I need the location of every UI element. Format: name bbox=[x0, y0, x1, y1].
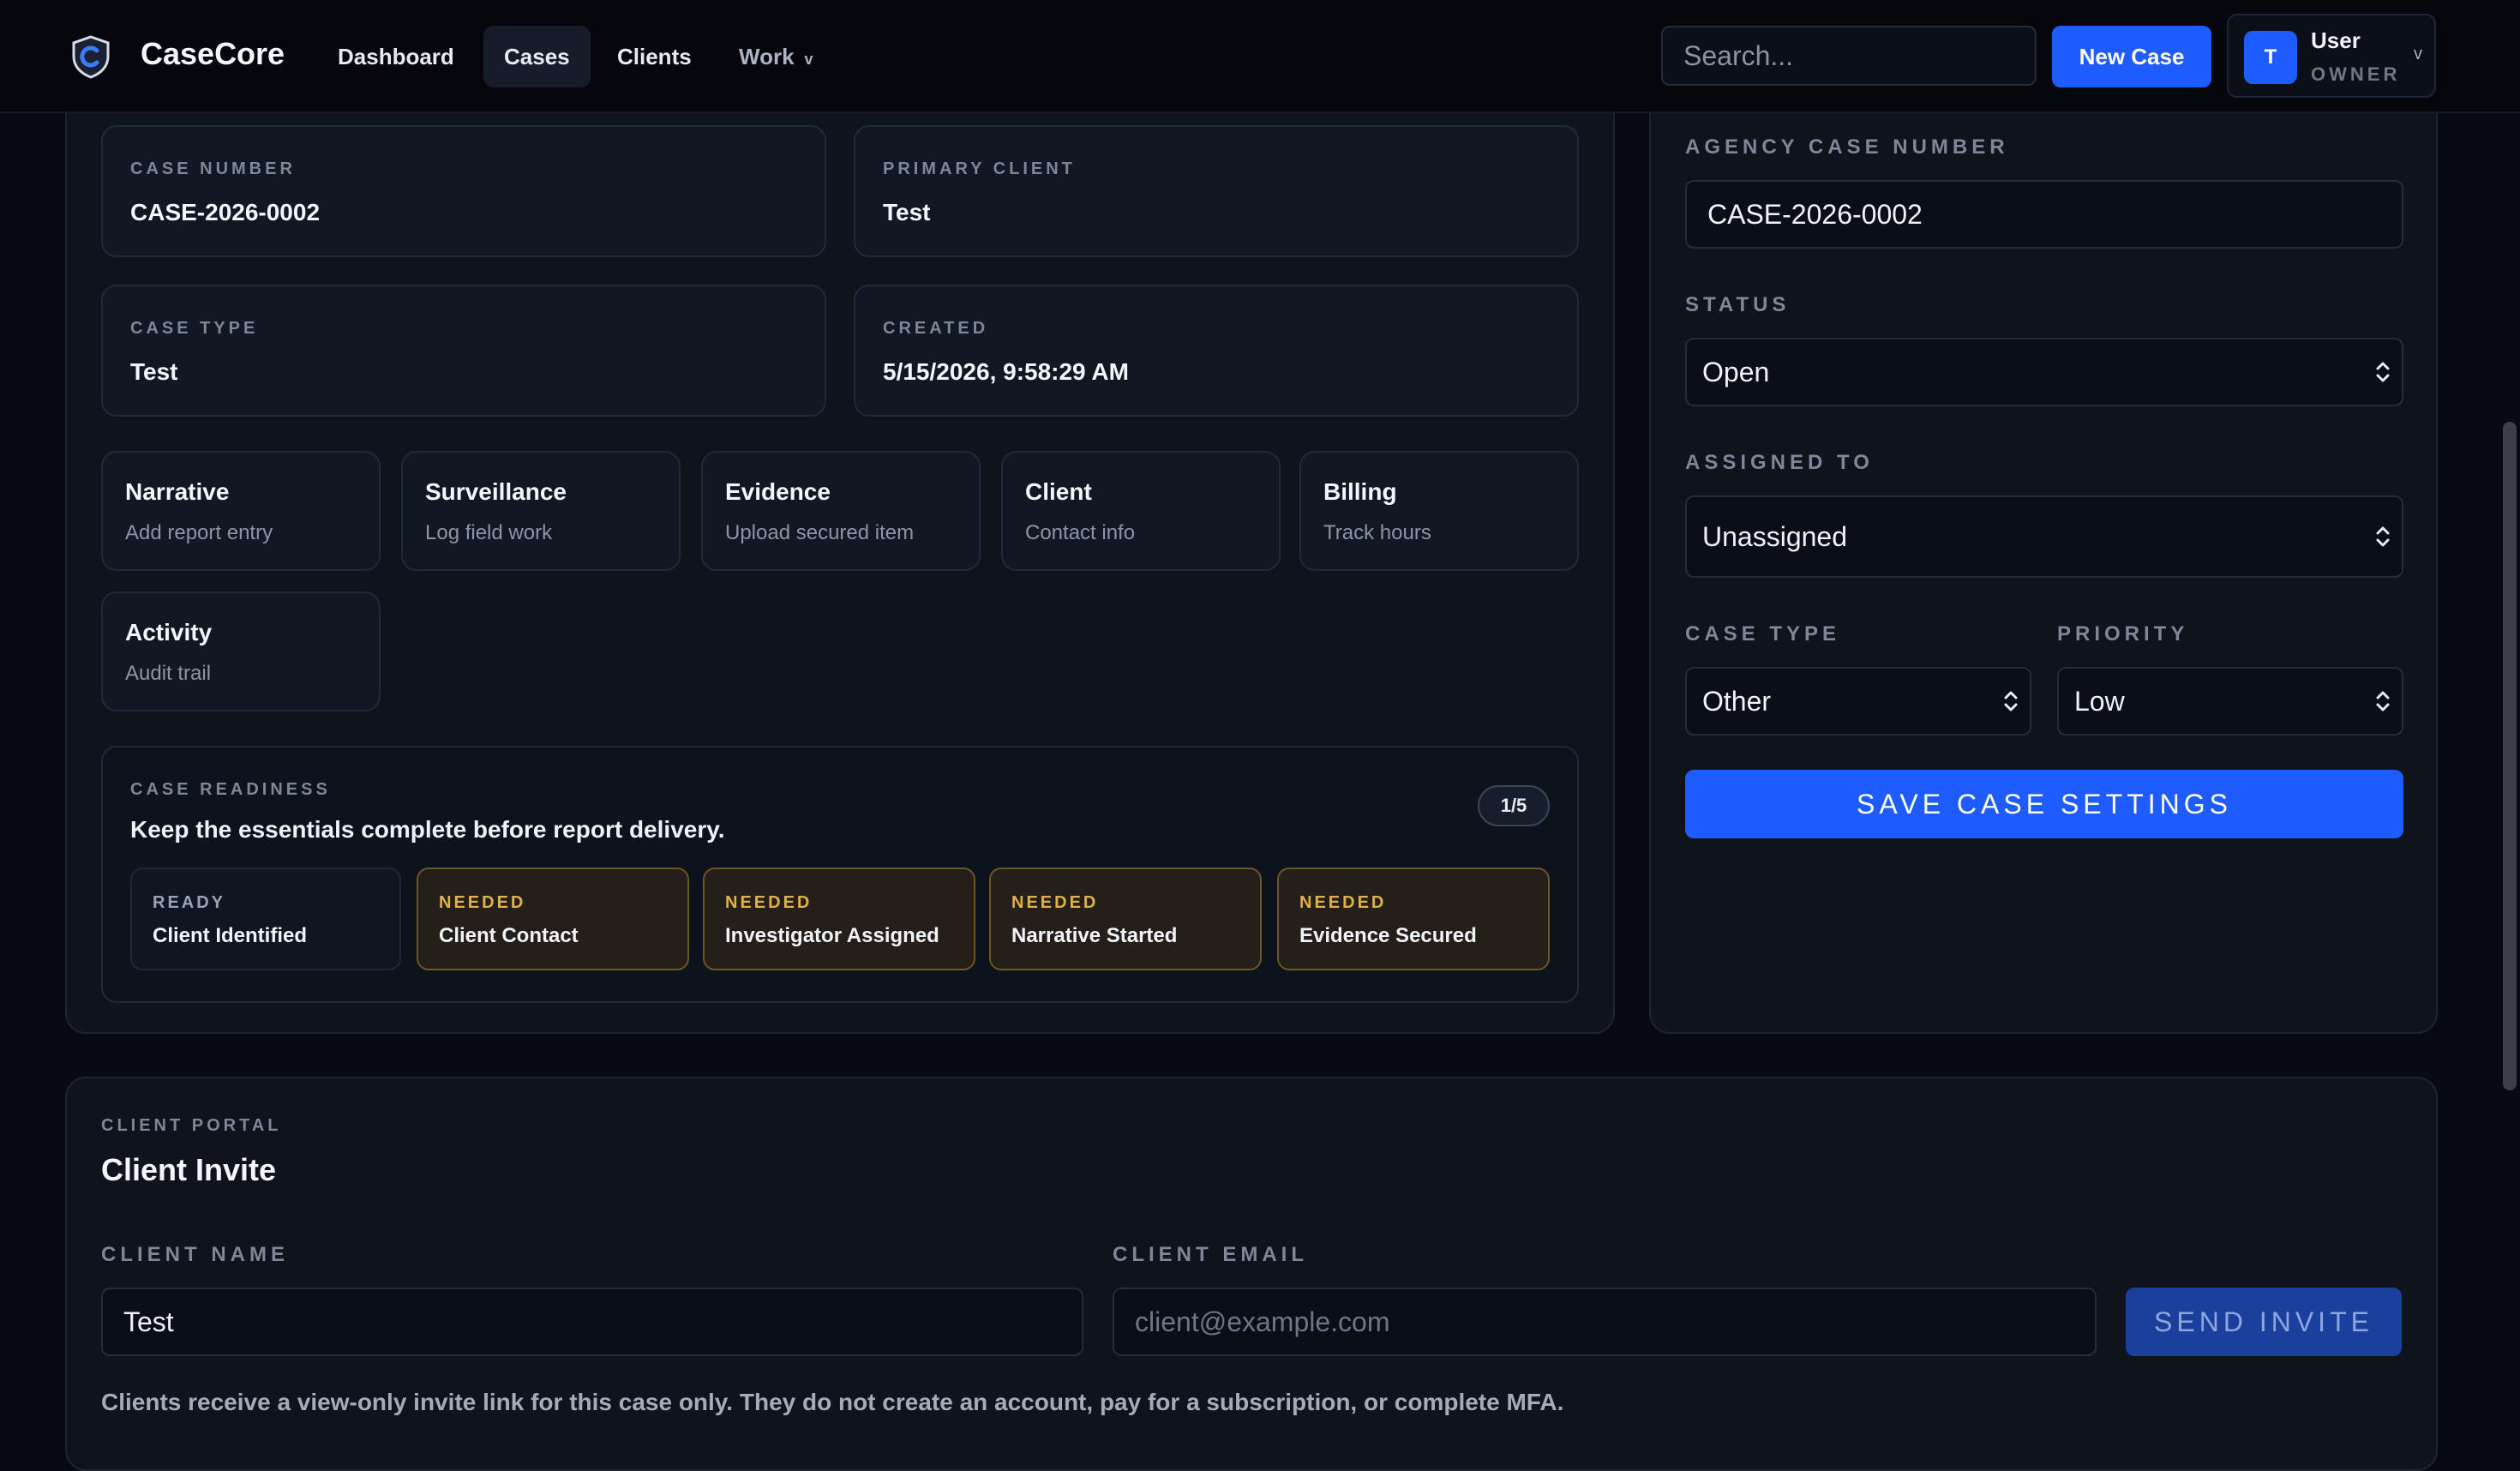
case-number-label: CASE NUMBER bbox=[130, 159, 296, 178]
readiness-label: Client Contact bbox=[439, 924, 579, 947]
readiness-item-client-identified: READY Client Identified bbox=[130, 868, 401, 970]
select-updown-icon bbox=[2376, 362, 2390, 382]
client-portal-panel: CLIENT PORTAL Client Invite CLIENT NAME … bbox=[65, 1077, 2438, 1471]
quick-action-subtitle: Track hours bbox=[1323, 521, 1431, 544]
shield-logo-icon[interactable] bbox=[69, 34, 113, 79]
client-invite-title: Client Invite bbox=[101, 1152, 277, 1187]
nav-clients[interactable]: Clients bbox=[597, 26, 712, 87]
priority-label: PRIORITY bbox=[2057, 622, 2189, 645]
quick-action-surveillance[interactable]: Surveillance Log field work bbox=[401, 451, 681, 571]
quick-action-subtitle: Add report entry bbox=[125, 521, 273, 544]
client-name-value: Test bbox=[123, 1306, 174, 1337]
status-label: STATUS bbox=[1685, 293, 1791, 316]
avatar: T bbox=[2244, 31, 2297, 84]
priority-select[interactable]: Low bbox=[2057, 667, 2403, 736]
send-invite-button[interactable]: SEND INVITE bbox=[2126, 1288, 2402, 1356]
readiness-eyebrow: CASE READINESS bbox=[130, 780, 331, 799]
primary-client-label: PRIMARY CLIENT bbox=[883, 159, 1076, 178]
save-case-settings-button[interactable]: SAVE CASE SETTINGS bbox=[1685, 770, 2403, 838]
client-name-field[interactable]: Test bbox=[101, 1288, 1083, 1356]
user-role: OWNER bbox=[2311, 63, 2401, 85]
created-value: 5/15/2026, 9:58:29 AM bbox=[883, 358, 1129, 385]
client-email-field[interactable] bbox=[1113, 1288, 2097, 1356]
nav-work-dropdown[interactable]: Work v bbox=[718, 26, 834, 87]
readiness-count-badge: 1/5 bbox=[1478, 785, 1550, 826]
user-menu[interactable]: T User OWNER v bbox=[2227, 14, 2436, 98]
quick-action-subtitle: Contact info bbox=[1025, 521, 1136, 544]
quick-action-title: Surveillance bbox=[425, 478, 567, 505]
client-email-input[interactable] bbox=[1135, 1306, 2095, 1338]
nav-work-label: Work bbox=[739, 44, 795, 69]
readiness-status: READY bbox=[153, 893, 226, 912]
nav-dashboard[interactable]: Dashboard bbox=[317, 26, 475, 87]
agency-case-number-label: AGENCY CASE NUMBER bbox=[1685, 135, 2009, 159]
assigned-to-select[interactable]: Unassigned bbox=[1685, 495, 2403, 578]
priority-value: Low bbox=[2074, 685, 2125, 717]
readiness-status: NEEDED bbox=[1011, 893, 1099, 912]
readiness-label: Evidence Secured bbox=[1299, 924, 1477, 947]
quick-action-activity[interactable]: Activity Audit trail bbox=[101, 591, 381, 711]
quick-action-subtitle: Upload secured item bbox=[725, 521, 915, 544]
quick-action-billing[interactable]: Billing Track hours bbox=[1299, 451, 1579, 571]
agency-case-number-value: CASE-2026-0002 bbox=[1707, 198, 1923, 230]
case-overview-panel: CASE NUMBER CASE-2026-0002 PRIMARY CLIEN… bbox=[65, 69, 1615, 1034]
readiness-status: NEEDED bbox=[439, 893, 526, 912]
search-input[interactable] bbox=[1661, 26, 2037, 86]
assigned-to-label: ASSIGNED TO bbox=[1685, 451, 1874, 474]
client-name-label: CLIENT NAME bbox=[101, 1243, 289, 1266]
readiness-item-investigator-assigned: NEEDED Investigator Assigned bbox=[703, 868, 975, 970]
readiness-title: Keep the essentials complete before repo… bbox=[130, 816, 725, 843]
quick-action-title: Activity bbox=[125, 619, 213, 645]
quick-action-subtitle: Log field work bbox=[425, 521, 553, 544]
status-value: Open bbox=[1702, 356, 1770, 387]
client-portal-eyebrow: CLIENT PORTAL bbox=[101, 1116, 282, 1135]
agency-case-number-field[interactable]: CASE-2026-0002 bbox=[1685, 180, 2403, 249]
case-type-select-label: CASE TYPE bbox=[1685, 622, 1841, 645]
case-type-label: CASE TYPE bbox=[130, 319, 259, 338]
quick-action-client[interactable]: Client Contact info bbox=[1001, 451, 1281, 571]
client-invite-note: Clients receive a view-only invite link … bbox=[101, 1389, 1564, 1415]
quick-action-title: Billing bbox=[1323, 478, 1397, 505]
quick-action-title: Evidence bbox=[725, 478, 831, 505]
readiness-status: NEEDED bbox=[1299, 893, 1387, 912]
quick-action-evidence[interactable]: Evidence Upload secured item bbox=[701, 451, 981, 571]
select-updown-icon bbox=[2376, 526, 2390, 547]
status-select[interactable]: Open bbox=[1685, 338, 2403, 406]
quick-action-title: Narrative bbox=[125, 478, 230, 505]
select-updown-icon bbox=[2376, 691, 2390, 711]
select-updown-icon bbox=[2004, 691, 2018, 711]
new-case-button[interactable]: New Case bbox=[2052, 26, 2211, 87]
readiness-label: Client Identified bbox=[153, 924, 307, 947]
readiness-status: NEEDED bbox=[725, 893, 813, 912]
case-number-value: CASE-2026-0002 bbox=[130, 199, 321, 225]
brand-name[interactable]: CaseCore bbox=[141, 36, 285, 72]
page-scrollbar[interactable] bbox=[2503, 422, 2517, 1090]
case-type-card: CASE TYPE Test bbox=[101, 285, 826, 417]
readiness-label: Narrative Started bbox=[1011, 924, 1178, 947]
top-navigation-bar: CaseCore Dashboard Cases Clients Workv N… bbox=[0, 0, 2520, 113]
assigned-to-value: Unassigned bbox=[1702, 520, 1847, 552]
case-readiness-card: CASE READINESS Keep the essentials compl… bbox=[101, 746, 1579, 1003]
readiness-item-evidence-secured: NEEDED Evidence Secured bbox=[1277, 868, 1550, 970]
quick-action-title: Client bbox=[1025, 478, 1092, 505]
created-card: CREATED 5/15/2026, 9:58:29 AM bbox=[854, 285, 1579, 417]
case-settings-panel: AGENCY CASE NUMBER CASE-2026-0002 STATUS… bbox=[1649, 69, 2438, 1034]
readiness-label: Investigator Assigned bbox=[725, 924, 939, 947]
quick-action-narrative[interactable]: Narrative Add report entry bbox=[101, 451, 381, 571]
created-label: CREATED bbox=[883, 319, 989, 338]
chevron-down-icon: v bbox=[804, 51, 813, 68]
primary-client-card: PRIMARY CLIENT Test bbox=[854, 125, 1579, 257]
primary-client-value: Test bbox=[883, 199, 931, 225]
case-type-select[interactable]: Other bbox=[1685, 667, 2031, 736]
case-number-card: CASE NUMBER CASE-2026-0002 bbox=[101, 125, 826, 257]
case-type-value: Test bbox=[130, 358, 178, 385]
user-name: User bbox=[2311, 27, 2361, 53]
readiness-item-client-contact: NEEDED Client Contact bbox=[417, 868, 689, 970]
case-type-select-value: Other bbox=[1702, 685, 1772, 717]
nav-cases[interactable]: Cases bbox=[483, 26, 591, 87]
quick-action-subtitle: Audit trail bbox=[125, 662, 212, 685]
client-email-label: CLIENT EMAIL bbox=[1113, 1243, 1308, 1266]
chevron-down-icon: v bbox=[2414, 45, 2422, 63]
readiness-item-narrative-started: NEEDED Narrative Started bbox=[989, 868, 1262, 970]
